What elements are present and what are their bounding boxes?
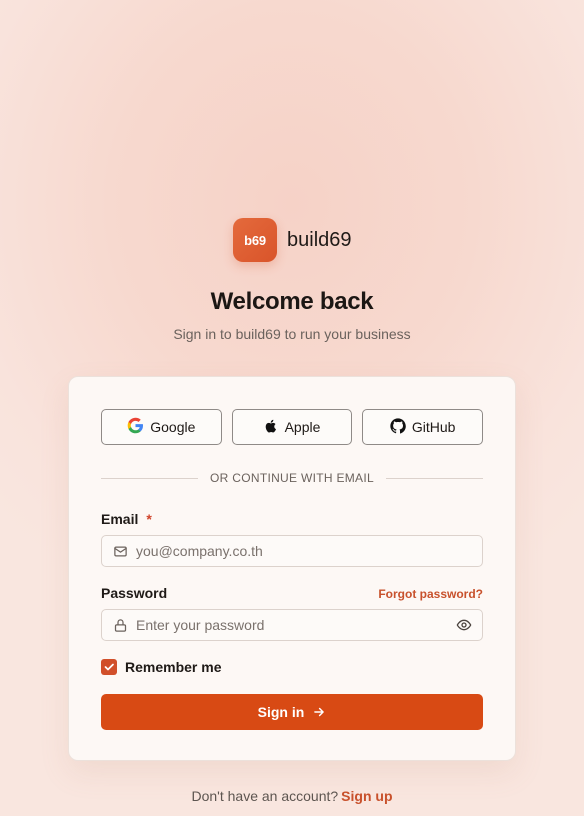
google-icon [127, 417, 150, 437]
signup-prompt: Don't have an account? Sign up [0, 788, 584, 804]
sign-up-link[interactable]: Sign up [341, 788, 392, 804]
google-button[interactable]: Google [101, 409, 222, 445]
sign-in-label: Sign in [257, 704, 305, 720]
email-input[interactable] [136, 543, 472, 559]
remember-me-checkbox[interactable] [101, 659, 117, 675]
remember-me-label[interactable]: Remember me [125, 659, 222, 675]
password-label: Password [101, 585, 168, 601]
apple-icon [264, 418, 285, 437]
login-card: Google Apple GitHub OR CONTINUE WITH EMA… [68, 376, 516, 761]
required-marker: * [146, 511, 152, 527]
eye-icon[interactable] [456, 617, 472, 633]
google-label: Google [150, 419, 196, 435]
password-field-wrapper [101, 609, 483, 641]
brand: b69 build69 [233, 218, 352, 262]
apple-button[interactable]: Apple [231, 409, 353, 445]
password-input[interactable] [136, 617, 456, 633]
divider-line-left [101, 477, 199, 479]
arrow-right-icon [314, 707, 325, 717]
check-icon [104, 663, 114, 671]
page-title: Welcome back [210, 288, 374, 315]
apple-label: Apple [284, 419, 321, 435]
forgot-password-link[interactable]: Forgot password? [378, 587, 483, 601]
signup-prompt-text: Don't have an account? [191, 788, 339, 804]
oauth-buttons: Google Apple GitHub [101, 409, 484, 445]
email-label: Email [101, 511, 139, 527]
mail-icon [112, 543, 128, 559]
remember-me-row: Remember me [101, 659, 222, 675]
brand-logo: b69 [233, 218, 277, 262]
github-label: GitHub [411, 419, 456, 435]
sign-in-button[interactable]: Sign in [101, 694, 483, 730]
github-icon [390, 417, 412, 437]
email-divider: OR CONTINUE WITH EMAIL [101, 471, 483, 485]
github-button[interactable]: GitHub [362, 409, 484, 445]
divider-text: OR CONTINUE WITH EMAIL [210, 471, 374, 485]
lock-icon [112, 617, 128, 633]
divider-line-right [385, 477, 483, 479]
email-field-wrapper [101, 535, 483, 567]
page-subtitle: Sign in to build69 to run your business [173, 326, 411, 342]
email-label-row: Email * [101, 511, 152, 527]
brand-name: build69 [287, 228, 352, 251]
